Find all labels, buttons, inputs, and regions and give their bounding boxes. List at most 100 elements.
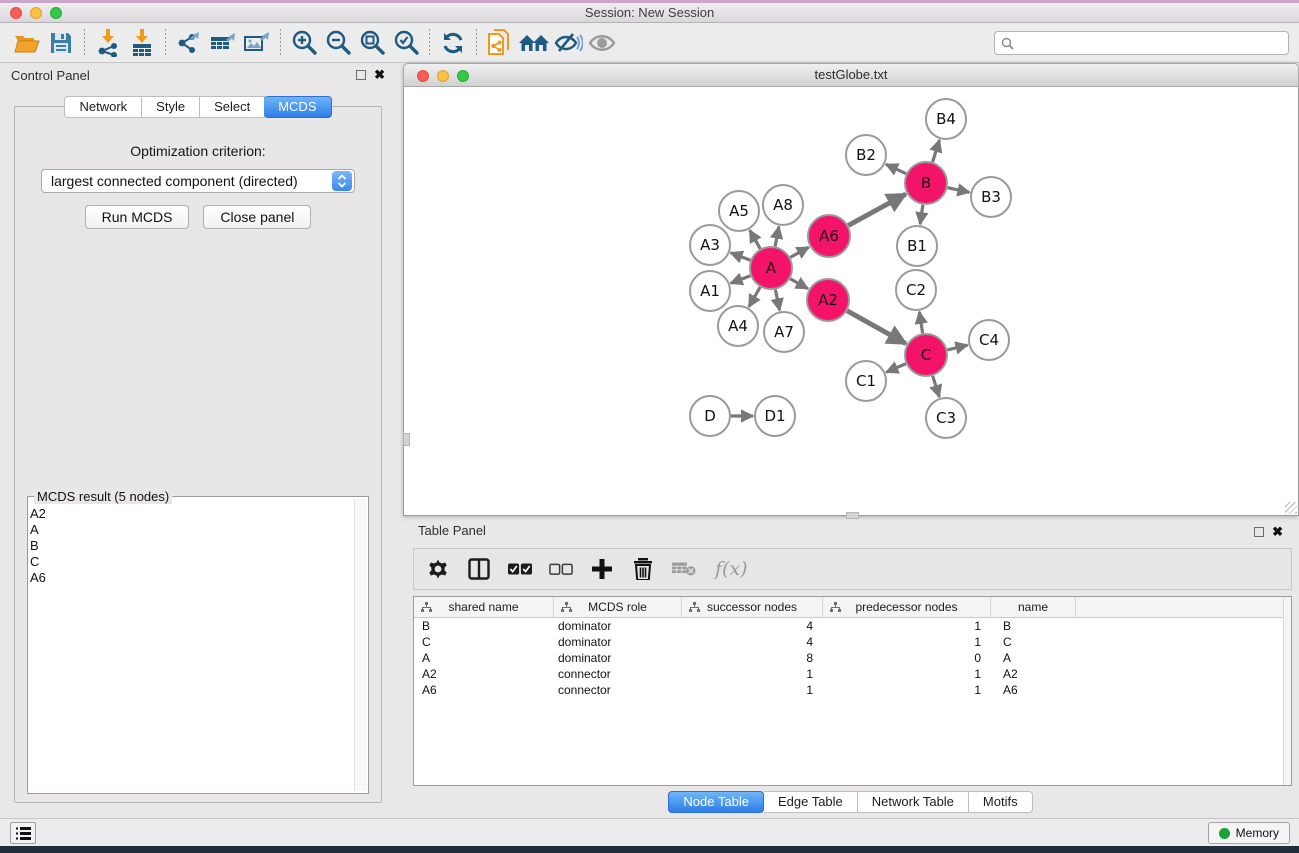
vertical-scrollbar-thumb[interactable] [403, 433, 410, 446]
graph-node-B4[interactable]: B4 [926, 99, 966, 139]
close-window-icon[interactable] [10, 7, 22, 19]
import-network-icon[interactable] [91, 27, 125, 59]
edge-C-C4[interactable] [947, 345, 967, 350]
table-cell[interactable]: A6 [414, 683, 554, 697]
table-cell[interactable]: dominator [554, 619, 682, 633]
table-row[interactable]: A6connector11A6 [414, 682, 1291, 698]
edge-B-B2[interactable] [886, 164, 906, 173]
tab-network[interactable]: Network [64, 96, 142, 118]
resize-grip-icon[interactable] [1285, 502, 1297, 514]
home-icon[interactable] [517, 27, 551, 59]
table-cell[interactable]: 8 [682, 651, 823, 665]
export-table-icon[interactable] [206, 27, 240, 59]
result-item[interactable]: A6 [30, 570, 353, 586]
run-mcds-button[interactable]: Run MCDS [85, 205, 190, 229]
graph-node-B1[interactable]: B1 [897, 226, 937, 266]
table-cell[interactable]: dominator [554, 651, 682, 665]
float-table-panel-icon[interactable] [1254, 527, 1264, 537]
graph-node-A4[interactable]: A4 [718, 306, 758, 346]
table-cell[interactable]: dominator [554, 635, 682, 649]
delete-column-icon[interactable] [631, 557, 655, 581]
graph-node-A3[interactable]: A3 [690, 225, 730, 265]
tab-motifs[interactable]: Motifs [969, 791, 1033, 813]
graph-node-C[interactable]: C [905, 334, 947, 376]
maximize-network-icon[interactable] [457, 70, 469, 82]
table-cell[interactable]: A [414, 651, 554, 665]
graph-node-A6[interactable]: A6 [808, 215, 850, 257]
graph-node-A2[interactable]: A2 [807, 279, 849, 321]
table-row[interactable]: Bdominator41B [414, 618, 1291, 634]
mcds-result-list[interactable]: A2ABCA6 [30, 501, 353, 791]
export-image-icon[interactable] [240, 27, 274, 59]
table-row[interactable]: A2connector11A2 [414, 666, 1291, 682]
maximize-window-icon[interactable] [50, 7, 62, 19]
float-panel-icon[interactable] [356, 70, 366, 80]
edge-C-C2[interactable] [919, 312, 922, 334]
edge-B-B4[interactable] [933, 140, 940, 162]
memory-button[interactable]: Memory [1208, 822, 1290, 844]
close-table-panel-icon[interactable]: ✖ [1272, 527, 1283, 537]
graph-node-C1[interactable]: C1 [846, 361, 886, 401]
graph-node-B[interactable]: B [905, 162, 947, 204]
table-cell[interactable]: 1 [823, 635, 991, 649]
zoom-in-icon[interactable] [287, 27, 321, 59]
split-columns-icon[interactable] [467, 557, 491, 581]
criterion-dropdown[interactable]: largest connected component (directed) [41, 169, 355, 193]
edge-B-B1[interactable] [920, 205, 923, 224]
table-cell[interactable]: 4 [682, 635, 823, 649]
network-graph[interactable]: B4B2BB3A8A5A6B1A3AA1C2A2A4A7C4CC1C3DD1 [404, 87, 1298, 514]
table-cell[interactable]: connector [554, 667, 682, 681]
refresh-icon[interactable] [436, 27, 470, 59]
graph-node-A1[interactable]: A1 [690, 271, 730, 311]
select-all-checkboxes-icon[interactable] [508, 557, 532, 581]
session-file-icon[interactable] [483, 27, 517, 59]
tab-node-table[interactable]: Node Table [668, 791, 764, 813]
import-table-icon[interactable] [125, 27, 159, 59]
table-row[interactable]: Cdominator41C [414, 634, 1291, 650]
graph-node-A8[interactable]: A8 [763, 185, 803, 225]
table-cell[interactable]: 1 [823, 683, 991, 697]
table-cell[interactable]: 1 [682, 667, 823, 681]
search-input[interactable] [1019, 36, 1282, 51]
hide-panel-icon[interactable] [551, 27, 585, 59]
network-canvas[interactable]: B4B2BB3A8A5A6B1A3AA1C2A2A4A7C4CC1C3DD1 [403, 87, 1299, 516]
column-header-shared-name[interactable]: shared name [414, 597, 554, 617]
column-header-successor-nodes[interactable]: successor nodes [682, 597, 823, 617]
close-panel-icon[interactable]: ✖ [374, 70, 385, 80]
table-cell[interactable]: A2 [414, 667, 554, 681]
graph-node-D1[interactable]: D1 [755, 396, 795, 436]
tab-edge-table[interactable]: Edge Table [764, 791, 858, 813]
node-table[interactable]: shared nameMCDS rolesuccessor nodesprede… [413, 596, 1292, 786]
table-scrollbar[interactable] [1283, 597, 1291, 785]
edge-A2-C[interactable] [847, 311, 906, 344]
graph-node-C2[interactable]: C2 [896, 270, 936, 310]
graph-node-C4[interactable]: C4 [969, 320, 1009, 360]
table-cell[interactable]: B [414, 619, 554, 633]
zoom-out-icon[interactable] [321, 27, 355, 59]
network-window-titlebar[interactable]: testGlobe.txt [403, 63, 1299, 87]
export-network-icon[interactable] [172, 27, 206, 59]
deselect-all-checkboxes-icon[interactable] [549, 557, 573, 581]
result-scrollbar[interactable] [354, 499, 367, 791]
edge-A-A5[interactable] [750, 230, 760, 249]
close-panel-button[interactable]: Close panel [203, 205, 311, 229]
horizontal-scrollbar-thumb[interactable] [846, 512, 859, 519]
table-cell[interactable]: A6 [991, 683, 1076, 697]
result-item[interactable]: A [30, 522, 353, 538]
table-cell[interactable]: 0 [823, 651, 991, 665]
close-network-icon[interactable] [417, 70, 429, 82]
edge-A-A3[interactable] [731, 253, 751, 260]
result-item[interactable]: B [30, 538, 353, 554]
minimize-network-icon[interactable] [437, 70, 449, 82]
zoom-selected-icon[interactable] [389, 27, 423, 59]
edge-B-B3[interactable] [948, 188, 970, 193]
table-cell[interactable]: 1 [823, 619, 991, 633]
table-cell[interactable]: C [991, 635, 1076, 649]
table-cell[interactable]: A2 [991, 667, 1076, 681]
edge-A6-B[interactable] [848, 194, 906, 225]
result-item[interactable]: A2 [30, 506, 353, 522]
save-session-icon[interactable] [44, 27, 78, 59]
table-cell[interactable]: connector [554, 683, 682, 697]
table-cell[interactable]: B [991, 619, 1076, 633]
search-field[interactable] [994, 31, 1289, 55]
